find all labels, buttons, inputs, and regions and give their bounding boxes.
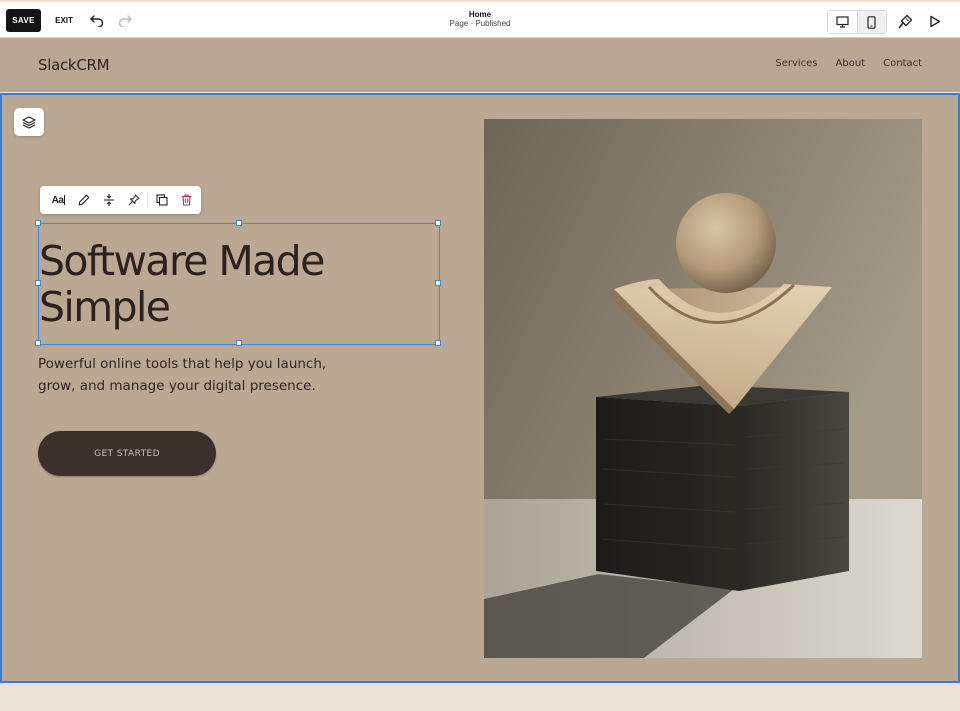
font-style-icon: Aa: [51, 194, 64, 206]
sculpture-image: [484, 119, 922, 658]
text-block-toolbar: Aa: [40, 186, 201, 214]
redo-icon[interactable]: [115, 11, 135, 31]
paintbrush-icon[interactable]: [895, 11, 915, 31]
exit-button[interactable]: EXIT: [50, 9, 78, 32]
nav-item-services[interactable]: Services: [775, 58, 817, 69]
nav-item-about[interactable]: About: [836, 58, 866, 69]
site-logo[interactable]: SlackCRM: [38, 56, 110, 74]
play-icon[interactable]: [925, 11, 945, 31]
pencil-icon: [78, 194, 89, 206]
hero-heading[interactable]: Software Made Simple: [39, 238, 439, 330]
page-status: Page · Published: [449, 19, 511, 28]
pin-icon: [128, 194, 139, 206]
next-section-edge: [0, 684, 960, 711]
save-button[interactable]: SAVE: [6, 9, 41, 32]
resize-handle[interactable]: [35, 220, 41, 226]
resize-handle[interactable]: [35, 340, 41, 346]
site-header[interactable]: SlackCRM Services About Contact: [0, 38, 960, 92]
site-nav: Services About Contact: [775, 58, 922, 69]
desktop-icon: [836, 16, 849, 28]
resize-handle[interactable]: [236, 220, 242, 226]
resize-handle[interactable]: [236, 340, 242, 346]
pin-button[interactable]: [121, 189, 146, 211]
hero-image[interactable]: [484, 119, 922, 658]
page-info[interactable]: Home Page · Published: [380, 10, 580, 28]
hero-subheading[interactable]: Powerful online tools that help you laun…: [38, 353, 358, 397]
edit-button[interactable]: [71, 189, 96, 211]
layers-button[interactable]: [14, 108, 44, 136]
resize-handle[interactable]: [435, 220, 441, 226]
duplicate-icon: [155, 194, 168, 206]
toolbar-divider: [147, 193, 148, 207]
heading-text-block[interactable]: Software Made Simple: [35, 220, 441, 346]
mobile-view-button[interactable]: [856, 11, 886, 33]
nav-item-contact[interactable]: Contact: [883, 58, 922, 69]
hero-section[interactable]: Aa Software Made Simple Powerful online …: [0, 93, 960, 683]
font-style-button[interactable]: Aa: [46, 189, 71, 211]
get-started-button[interactable]: GET STARTED: [38, 431, 216, 476]
duplicate-button[interactable]: [149, 189, 174, 211]
undo-icon[interactable]: [87, 11, 107, 31]
spacing-icon: [103, 194, 114, 206]
resize-handle[interactable]: [435, 340, 441, 346]
page-title: Home: [468, 10, 492, 19]
trash-icon: [182, 194, 191, 206]
desktop-view-button[interactable]: [828, 11, 857, 33]
editor-toolbar: SAVE EXIT Home Page · Published: [0, 0, 960, 38]
mobile-icon: [867, 15, 876, 29]
spacing-button[interactable]: [96, 189, 121, 211]
layers-icon: [22, 115, 36, 129]
device-view-toggle: [827, 10, 887, 34]
delete-button[interactable]: [174, 189, 199, 211]
